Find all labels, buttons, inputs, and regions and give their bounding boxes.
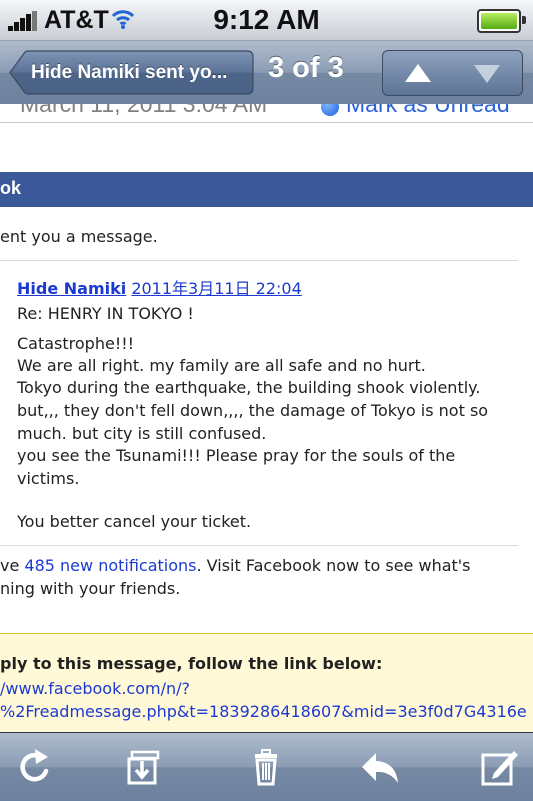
back-button-label: Hide Namiki sent yo... [31, 62, 228, 83]
facebook-header-band: ok [0, 172, 533, 207]
unread-dot-icon [321, 104, 339, 116]
notifications-line-2: ning with your friends. [0, 579, 181, 598]
body-line: victims. [17, 469, 80, 488]
sent-message-line: ent you a message. [0, 227, 158, 246]
reply-icon[interactable] [360, 747, 400, 787]
reply-link[interactable]: /www.facebook.com/n/? [0, 679, 190, 698]
notif-prefix: ve [0, 556, 25, 575]
arrow-down-icon [474, 65, 500, 83]
message-counter: 3 of 3 [268, 52, 344, 84]
compose-icon[interactable] [480, 747, 520, 787]
notif-suffix: . Visit Facebook now to see what's [196, 556, 471, 575]
message-header: March 11, 2011 3:04 AM Mark as Unread [0, 104, 533, 123]
mark-as-unread-link[interactable]: Mark as Unread [346, 104, 510, 118]
message-subject: Re: HENRY IN TOKYO ! [17, 304, 194, 323]
timestamp-link[interactable]: 2011年3月11日 22:04 [131, 279, 301, 298]
navigation-bar: Hide Namiki sent yo... 3 of 3 [0, 41, 533, 105]
divider [0, 545, 518, 546]
trash-icon[interactable] [246, 747, 286, 787]
clock: 9:12 AM [213, 4, 320, 35]
reply-link-continued[interactable]: %2Freadmessage.php&t=1839286418607&mid=3… [0, 702, 527, 721]
facebook-band-text: ok [0, 178, 22, 198]
battery-icon [477, 9, 526, 33]
body-line: much. but city is still confused. [17, 424, 267, 443]
sender-link[interactable]: Hide Namiki [17, 279, 126, 298]
previous-message-button[interactable] [382, 50, 454, 96]
message-date: March 11, 2011 3:04 AM [20, 104, 268, 117]
arrow-up-icon [405, 64, 431, 82]
body-line: You better cancel your ticket. [17, 512, 252, 531]
bottom-toolbar [0, 732, 533, 801]
status-bar: AT&T 9:12 AM [0, 0, 533, 41]
message-meta: Hide Namiki 2011年3月11日 22:04 [17, 275, 302, 299]
body-line: Tokyo during the earthquake, the buildin… [17, 378, 481, 397]
body-line: Catastrophe!!! [17, 334, 135, 353]
body-line: you see the Tsunami!!! Please pray for t… [17, 446, 456, 465]
body-line: but,,, they don't fell down,,,, the dama… [17, 401, 489, 420]
back-button[interactable]: Hide Namiki sent yo... [9, 50, 254, 95]
reply-heading: ply to this message, follow the link bel… [0, 654, 383, 673]
divider [0, 260, 518, 261]
notifications-line: ve 485 new notifications. Visit Facebook… [0, 556, 471, 575]
move-folder-icon[interactable] [123, 747, 163, 787]
refresh-icon[interactable] [15, 747, 55, 787]
reply-instructions-box: ply to this message, follow the link bel… [0, 633, 533, 734]
notifications-link[interactable]: 485 new notifications [24, 556, 196, 575]
body-line: We are all right. my family are all safe… [17, 356, 426, 375]
next-message-button[interactable] [452, 50, 523, 96]
